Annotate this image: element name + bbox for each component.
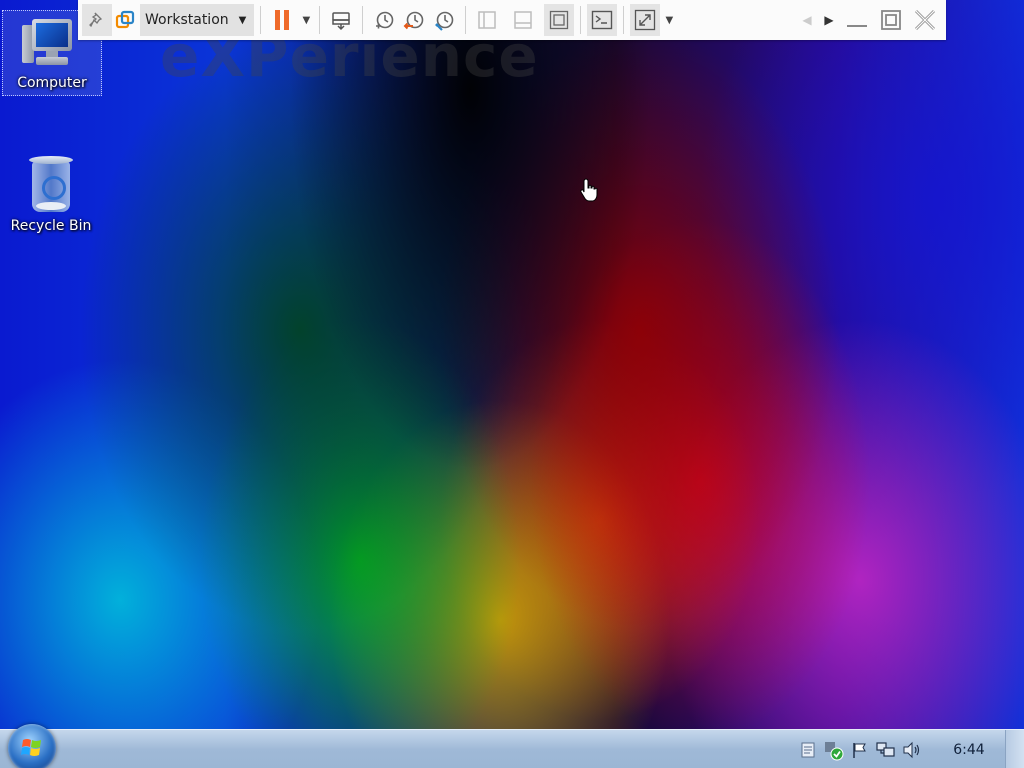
power-options-dropdown[interactable]: ▼ <box>299 15 313 26</box>
restore-button[interactable] <box>874 4 908 36</box>
toolbar-separator <box>580 6 582 34</box>
restore-icon <box>881 10 901 30</box>
desktop[interactable]: eXPerience Computer Recycle Bin Workstat… <box>0 0 1024 768</box>
taskbar: 6:44 <box>0 724 1024 768</box>
pause-vm-button[interactable] <box>267 4 297 36</box>
toolbar-separator <box>260 6 262 34</box>
action-center-icon[interactable] <box>795 737 821 763</box>
snapshot-manager-icon <box>435 11 454 31</box>
toolbar-separator <box>319 6 321 34</box>
fit-guest-button[interactable] <box>544 4 575 36</box>
thumbnail-bar-button[interactable] <box>508 4 538 36</box>
desktop-icon-label: Recycle Bin <box>10 218 92 234</box>
minimize-button[interactable] <box>840 4 874 36</box>
desktop-icon-label: Computer <box>17 75 87 91</box>
show-library-button[interactable] <box>472 4 502 36</box>
console-icon <box>592 10 613 30</box>
minimize-icon <box>847 25 867 27</box>
vm-selector-dropdown[interactable]: Workstation ▼ <box>140 4 255 36</box>
stretch-options-dropdown[interactable]: ▼ <box>662 15 676 26</box>
sidebar-icon <box>478 11 497 29</box>
fullscreen-fit-icon <box>550 10 569 30</box>
close-icon <box>914 9 936 31</box>
toolbar-scroll-left-button[interactable]: ◀ <box>796 4 818 36</box>
close-button[interactable] <box>908 4 942 36</box>
desktop-icon-recycle-bin[interactable]: Recycle Bin <box>2 154 100 234</box>
revert-snapshot-button[interactable] <box>399 4 429 36</box>
toolbar-scroll-right-button[interactable]: ▶ <box>818 4 840 36</box>
flag-icon[interactable] <box>847 737 873 763</box>
stretch-guest-button[interactable] <box>630 4 661 36</box>
show-desktop-button[interactable] <box>1005 730 1024 768</box>
send-ctrl-alt-del-button[interactable] <box>326 4 356 36</box>
network-icon[interactable] <box>873 737 899 763</box>
taskbar-clock[interactable]: 6:44 <box>939 742 999 758</box>
vm-name: Workstation <box>145 12 229 28</box>
vmware-logo <box>112 4 138 36</box>
stretch-icon <box>635 9 656 31</box>
pause-icon <box>275 10 290 30</box>
snapshot-manager-button[interactable] <box>429 4 459 36</box>
toolbar-separator <box>465 6 467 34</box>
pin-toolbar-button[interactable] <box>82 4 112 36</box>
toolbar-separator <box>623 6 625 34</box>
windows-logo-icon <box>21 739 41 756</box>
recycle-bin-icon <box>26 154 76 216</box>
snapshot-icon <box>376 11 394 29</box>
pin-icon <box>89 12 103 28</box>
toolbar-separator <box>362 6 364 34</box>
take-snapshot-button[interactable] <box>369 4 399 36</box>
vm-toolbar: Workstation ▼ ▼ ▼ ◀ ▶ <box>78 0 946 40</box>
revert-snapshot-icon <box>403 11 424 30</box>
thumbnail-bar-icon <box>514 11 533 29</box>
chevron-down-icon: ▼ <box>238 14 247 26</box>
security-shield-icon[interactable] <box>821 737 847 763</box>
send-keys-icon <box>332 12 351 31</box>
volume-icon[interactable] <box>899 737 925 763</box>
hand-cursor-icon <box>580 178 598 202</box>
console-view-button[interactable] <box>587 4 618 36</box>
vmware-logo-icon <box>115 10 135 29</box>
computer-icon <box>22 15 82 73</box>
start-button[interactable] <box>8 724 56 768</box>
system-tray: 6:44 <box>795 730 1024 768</box>
